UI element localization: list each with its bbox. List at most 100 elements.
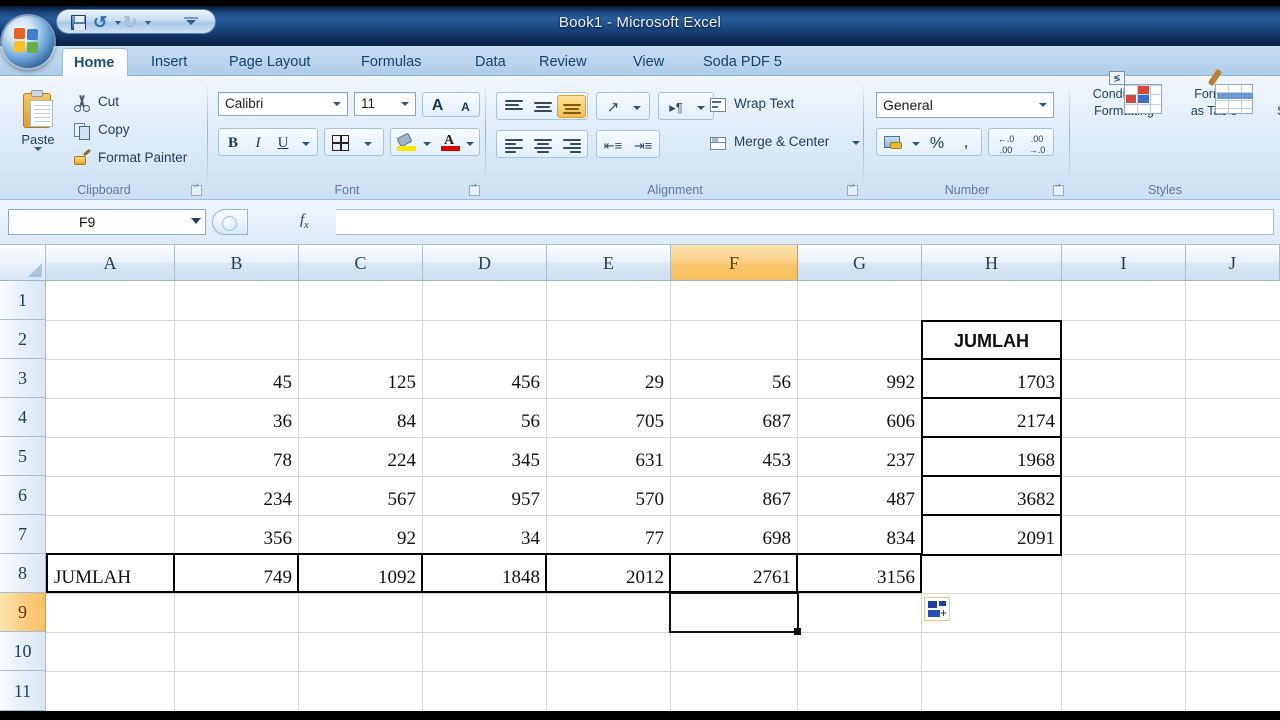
font-dialog-launcher[interactable] [469,185,480,196]
column-header-i[interactable]: I [1062,245,1186,281]
row-header-1[interactable]: 1 [0,281,46,320]
cell-f3[interactable]: 56 [671,359,797,397]
format-painter-button[interactable]: Format Painter [68,146,206,172]
number-dialog-launcher[interactable] [1053,185,1064,196]
cell-g5[interactable]: 237 [798,437,921,475]
column-header-f[interactable]: F [671,245,798,281]
cell-f5[interactable]: 453 [671,437,797,475]
spreadsheet-grid[interactable]: A B C D E F G H I J 1 2 3 4 5 6 7 8 9 10… [0,245,1280,711]
cell-c3[interactable]: 125 [299,359,422,397]
row-header-7[interactable]: 7 [0,515,46,554]
wrap-text-button[interactable]: Wrap Text [704,92,854,118]
paste-button[interactable]: Paste [10,88,66,170]
cell-d3[interactable]: 456 [423,359,546,397]
alignment-dialog-launcher[interactable] [847,185,858,196]
format-as-table-button[interactable]: Format as Table [1174,84,1254,118]
customize-qat-icon[interactable] [181,13,201,32]
italic-button[interactable]: I [246,131,270,153]
cell-e7[interactable]: 77 [547,515,670,553]
redo-dropdown-icon[interactable] [145,19,153,27]
undo-icon[interactable]: ↺ [93,13,113,32]
font-size-dropdown-icon[interactable] [397,93,413,115]
cell-b5[interactable]: 78 [175,437,298,475]
cell-f4[interactable]: 687 [671,398,797,436]
tab-insert[interactable]: Insert [140,48,198,76]
decrease-indent-icon[interactable]: ⇤≡ [599,133,627,156]
cell-g3[interactable]: 992 [798,359,921,397]
cell-f8[interactable]: 2761 [671,554,797,592]
cell-g8[interactable]: 3156 [798,554,921,592]
cell-d8[interactable]: 1848 [423,554,546,592]
cell-c6[interactable]: 567 [299,476,422,514]
increase-decimal-icon[interactable]: ←.0.00 [991,131,1021,154]
tab-page-layout[interactable]: Page Layout [218,48,321,76]
shrink-font-button[interactable]: A [452,94,479,116]
middle-align-icon[interactable] [528,95,556,118]
align-left-icon[interactable] [499,133,527,156]
tab-home[interactable]: Home [62,48,128,76]
tab-data[interactable]: Data [464,48,517,76]
column-header-h[interactable]: H [922,245,1062,281]
formula-bar-expand-icon[interactable] [212,209,248,235]
cell-c5[interactable]: 224 [299,437,422,475]
cell-h4[interactable]: 2174 [922,398,1061,436]
top-align-icon[interactable] [499,95,527,118]
tab-review[interactable]: Review [528,48,598,76]
cell-e3[interactable]: 29 [547,359,670,397]
copy-button[interactable]: Copy [68,118,200,144]
bottom-align-icon[interactable] [557,95,586,118]
bold-button[interactable]: B [221,131,245,153]
undo-dropdown-icon[interactable] [115,19,123,27]
merge-center-dropdown-icon[interactable] [852,141,860,145]
column-header-d[interactable]: D [423,245,547,281]
name-box[interactable]: F9 [8,209,206,235]
accounting-format-icon[interactable] [879,131,909,154]
font-name-input[interactable]: Calibri [218,92,348,116]
grow-font-button[interactable]: A [424,94,451,116]
tab-view[interactable]: View [622,48,675,76]
column-header-c[interactable]: C [299,245,423,281]
row-header-2[interactable]: 2 [0,320,46,359]
formula-input[interactable] [336,209,1274,235]
tab-soda-pdf[interactable]: Soda PDF 5 [692,48,793,76]
row-header-10[interactable]: 10 [0,632,46,671]
row-header-5[interactable]: 5 [0,437,46,476]
fill-handle[interactable] [794,628,801,635]
column-header-g[interactable]: G [798,245,922,281]
cell-d7[interactable]: 34 [423,515,546,553]
cell-b3[interactable]: 45 [175,359,298,397]
name-box-dropdown-icon[interactable] [191,218,201,224]
cell-c4[interactable]: 84 [299,398,422,436]
column-header-b[interactable]: B [175,245,299,281]
save-icon[interactable] [69,13,89,32]
paste-options-icon[interactable]: + [924,597,950,621]
redo-icon[interactable]: ↻ [123,13,143,32]
column-header-a[interactable]: A [46,245,175,281]
row-header-3[interactable]: 3 [0,359,46,398]
cell-b4[interactable]: 36 [175,398,298,436]
row-header-6[interactable]: 6 [0,476,46,515]
comma-style-button[interactable]: , [952,131,980,154]
column-header-e[interactable]: E [547,245,671,281]
cell-h6[interactable]: 3682 [922,476,1061,514]
font-size-input[interactable]: 11 [354,92,416,116]
fill-color-dropdown-icon[interactable] [419,137,433,149]
cut-button[interactable]: Cut [68,90,200,116]
cell-e8[interactable]: 2012 [547,554,670,592]
merge-center-button[interactable]: Merge & Center [704,130,864,156]
cell-e6[interactable]: 570 [547,476,670,514]
number-format-select[interactable]: General [876,92,1054,118]
row-header-9[interactable]: 9 [0,593,46,632]
text-direction-icon[interactable]: ▸¶ [661,95,691,118]
conditional-formatting-button[interactable]: ≶ Conditional Formatting [1076,84,1172,118]
cell-b8[interactable]: 749 [175,554,298,592]
tab-formulas[interactable]: Formulas [350,48,432,76]
accounting-dropdown-icon[interactable] [908,137,921,149]
cell-h2-jumlah-header[interactable]: JUMLAH [922,320,1061,358]
cell-c8[interactable]: 1092 [299,554,422,592]
cell-b7[interactable]: 356 [175,515,298,553]
cell-g6[interactable]: 487 [798,476,921,514]
row-header-4[interactable]: 4 [0,398,46,437]
number-format-dropdown-icon[interactable] [1035,94,1051,116]
cell-b6[interactable]: 234 [175,476,298,514]
